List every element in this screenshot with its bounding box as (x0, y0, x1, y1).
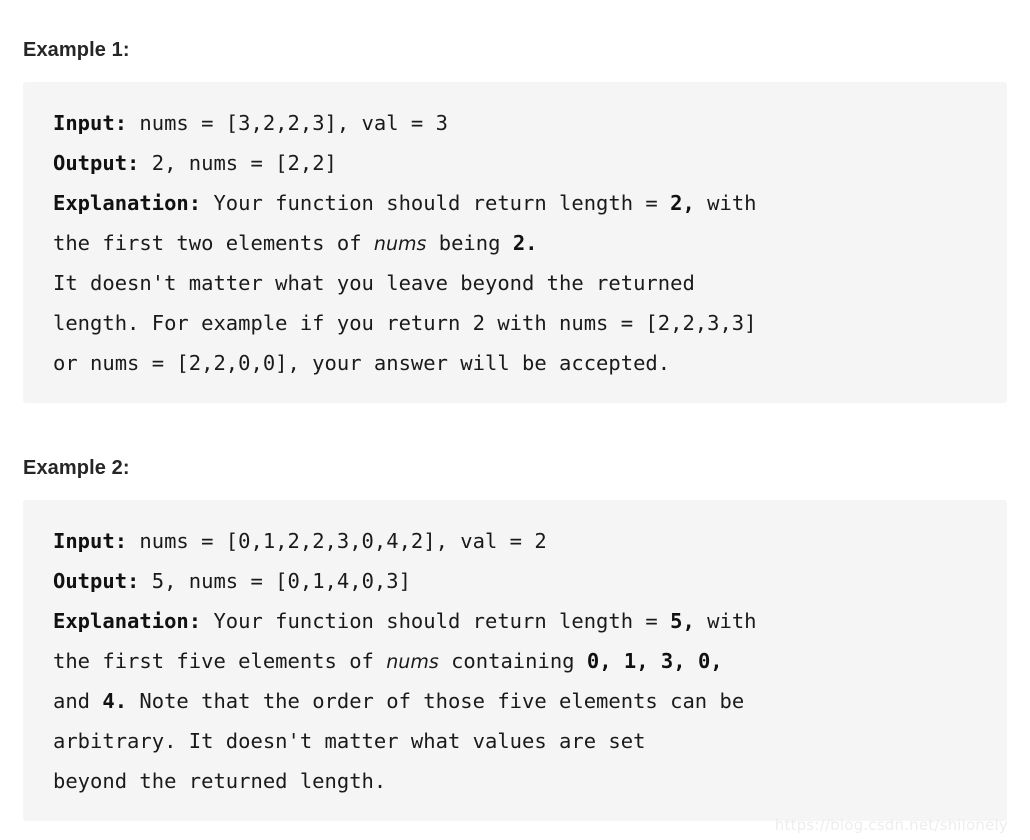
code-emphasis: 0, 1, 3, 0, (586, 648, 723, 673)
code-emphasis: 5, (670, 608, 695, 633)
code-line: Explanation: Your function should return… (53, 601, 1007, 641)
code-text: 2, nums = [2,2] (139, 151, 337, 175)
code-text: being (426, 231, 513, 255)
code-text: or nums = [2,2,0,0], your answer will be… (53, 351, 671, 375)
code-label: Output: (53, 151, 140, 175)
code-line: length. For example if you return 2 with… (53, 303, 1007, 343)
code-variable: nums (373, 233, 427, 255)
code-line: Explanation: Your function should return… (53, 183, 1007, 223)
example-1-code-block: Input: nums = [3,2,2,3], val = 3 Output: … (23, 82, 1007, 403)
code-line: Input: nums = [3,2,2,3], val = 3 (53, 103, 1007, 143)
code-text: Note that the order of those five elemen… (127, 688, 745, 713)
code-label: Explanation: (53, 608, 202, 633)
code-label: Input: (53, 528, 128, 553)
code-variable: nums (386, 650, 439, 673)
code-text: It doesn't matter what you leave beyond … (53, 271, 695, 295)
code-emphasis: 2. (512, 231, 538, 255)
code-label: Output: (53, 568, 140, 593)
example-1-heading: Example 1: (23, 39, 130, 61)
code-line: the first five elements of nums containi… (53, 641, 1007, 681)
code-emphasis: 2, (670, 191, 695, 215)
code-line: and 4. Note that the order of those five… (53, 681, 1007, 721)
code-text: the first five elements of (53, 648, 387, 673)
code-text: Your function should return length = (201, 608, 671, 633)
example-2-heading: Example 2: (23, 456, 130, 479)
code-line: the first two elements of nums being 2. (53, 223, 1007, 263)
code-text: length. For example if you return 2 with… (53, 311, 757, 335)
code-label: Explanation: (53, 191, 202, 215)
code-text: with (694, 191, 757, 215)
code-label: Input: (53, 111, 128, 135)
code-text: and (53, 688, 103, 713)
code-line: arbitrary. It doesn't matter what values… (53, 721, 1007, 761)
code-text: arbitrary. It doesn't matter what values… (53, 728, 646, 753)
code-line: Input: nums = [0,1,2,2,3,0,4,2], val = 2 (53, 521, 1007, 561)
example-2-code-block: Input: nums = [0,1,2,2,3,0,4,2], val = 2… (23, 499, 1007, 821)
code-text: nums = [0,1,2,2,3,0,4,2], val = 2 (127, 528, 547, 553)
code-line: or nums = [2,2,0,0], your answer will be… (53, 343, 1007, 383)
code-line: Output: 5, nums = [0,1,4,0,3] (53, 561, 1007, 601)
code-emphasis: 4. (102, 688, 128, 713)
code-line: It doesn't matter what you leave beyond … (53, 263, 1007, 303)
code-text: containing (438, 648, 587, 673)
code-text: Your function should return length = (201, 191, 671, 215)
code-line: Output: 2, nums = [2,2] (53, 143, 1007, 183)
problem-examples-page: Example 1: Input: nums = [3,2,2,3], val … (0, 0, 1030, 840)
code-text: beyond the returned length. (53, 768, 387, 793)
code-text: 5, nums = [0,1,4,0,3] (139, 568, 411, 593)
code-text: the first two elements of (53, 231, 374, 255)
code-line: beyond the returned length. (53, 761, 1007, 801)
code-text: nums = [3,2,2,3], val = 3 (127, 111, 448, 135)
code-text: with (694, 608, 757, 633)
watermark-url: https://blog.csdn.net/shilonely (774, 816, 1008, 834)
